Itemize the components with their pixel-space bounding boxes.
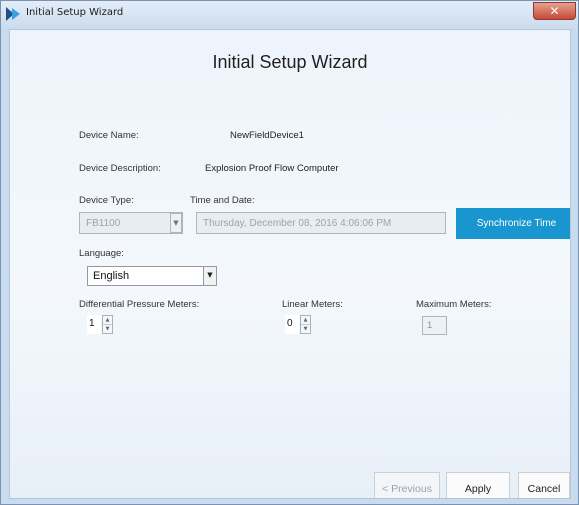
- setup-wizard-window: Initial Setup Wizard ✕ Initial Setup Wiz…: [0, 0, 579, 505]
- app-icon: [6, 7, 20, 21]
- differential-pressure-meters-label: Differential Pressure Meters:: [79, 299, 200, 310]
- device-description-value: Explosion Proof Flow Computer: [205, 163, 339, 174]
- device-name-label: Device Name:: [79, 130, 139, 141]
- language-select[interactable]: English: [87, 266, 217, 286]
- device-type-combo[interactable]: FB1100: [79, 212, 183, 234]
- language-value: English: [93, 270, 130, 282]
- maximum-meters-field: 1: [422, 316, 447, 335]
- device-description-label: Device Description:: [79, 163, 161, 174]
- previous-button[interactable]: < Previous: [374, 472, 440, 498]
- chevron-down-icon: ▼: [207, 271, 213, 279]
- language-label: Language:: [79, 248, 124, 259]
- close-button[interactable]: ✕: [533, 2, 576, 20]
- device-name-value: NewFieldDevice1: [230, 130, 304, 141]
- linear-meters-value[interactable]: 0: [285, 315, 299, 334]
- spin-down-icon[interactable]: ▼: [103, 324, 112, 333]
- linear-meters-spinner[interactable]: ▲ ▼: [300, 315, 311, 334]
- device-type-dropdown-button[interactable]: ▼: [170, 213, 182, 233]
- chevron-down-icon: ▼: [173, 219, 179, 227]
- title-bar[interactable]: Initial Setup Wizard ✕: [1, 1, 578, 28]
- apply-button[interactable]: Apply: [446, 472, 510, 498]
- spin-up-icon[interactable]: ▲: [301, 316, 310, 324]
- differential-pressure-meters-spinner[interactable]: ▲ ▼: [102, 315, 113, 334]
- spin-down-icon[interactable]: ▼: [301, 324, 310, 333]
- time-and-date-field: Thursday, December 08, 2016 4:06:06 PM: [196, 212, 446, 234]
- differential-pressure-meters-value[interactable]: 1: [87, 315, 101, 334]
- spin-up-icon[interactable]: ▲: [103, 316, 112, 324]
- time-and-date-label: Time and Date:: [190, 195, 255, 206]
- wizard-heading: Initial Setup Wizard: [212, 52, 368, 72]
- language-dropdown-button[interactable]: ▼: [203, 267, 216, 285]
- linear-meters-label: Linear Meters:: [282, 299, 343, 310]
- close-icon: ✕: [549, 4, 560, 18]
- synchronize-time-button[interactable]: Synchronize Time: [456, 208, 570, 239]
- time-and-date-value: Thursday, December 08, 2016 4:06:06 PM: [203, 218, 392, 229]
- maximum-meters-label: Maximum Meters:: [416, 299, 492, 310]
- device-type-value: FB1100: [86, 218, 121, 229]
- device-type-label: Device Type:: [79, 195, 134, 206]
- wizard-client-area: Initial Setup Wizard Device Name: NewFie…: [9, 29, 571, 499]
- cancel-button[interactable]: Cancel: [518, 472, 570, 498]
- window-title: Initial Setup Wizard: [26, 7, 124, 18]
